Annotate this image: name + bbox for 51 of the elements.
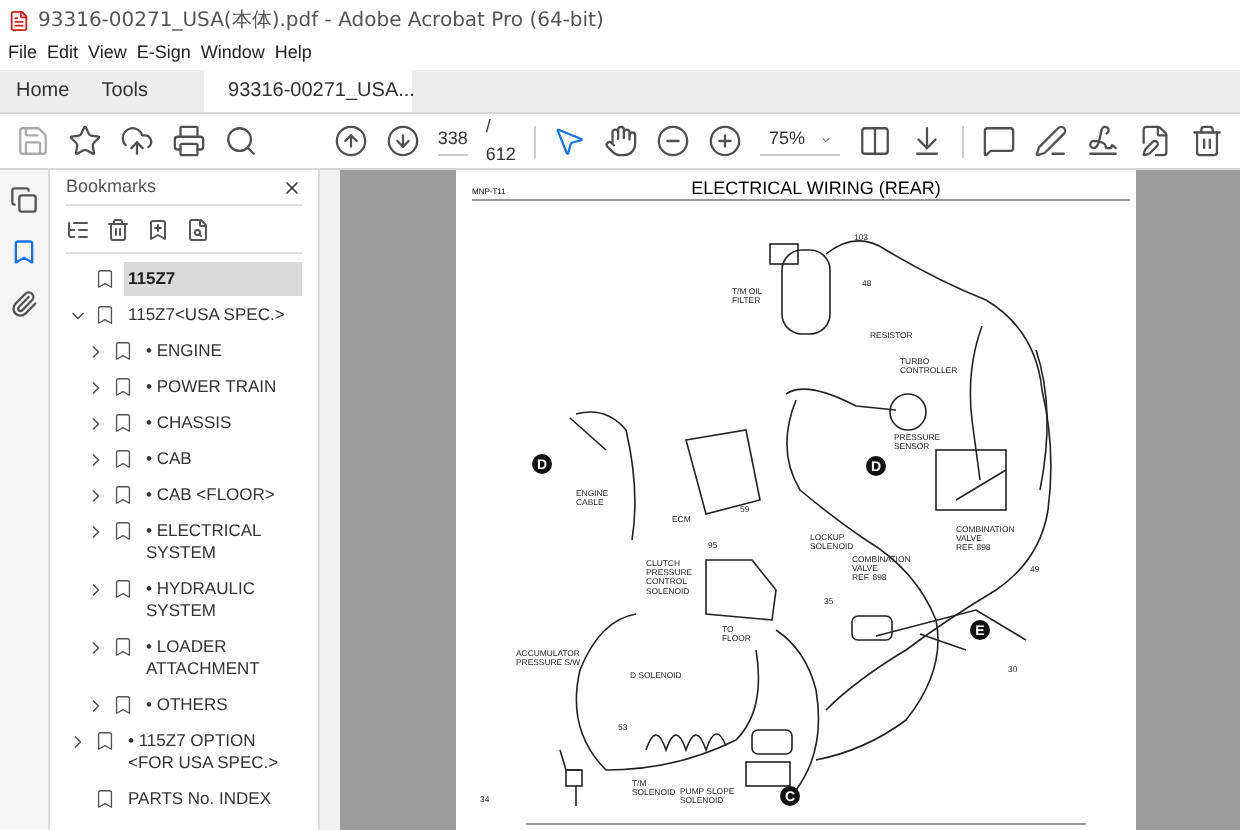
options-icon[interactable]: [66, 217, 90, 241]
bookmark-icon: [112, 376, 134, 398]
menu-item[interactable]: E-Sign: [136, 39, 191, 67]
menu-item[interactable]: Edit: [47, 39, 79, 67]
bookmark-item[interactable]: • LOADER ATTACHMENT: [142, 630, 302, 686]
trash-icon[interactable]: [106, 217, 130, 241]
bookmark-item[interactable]: • ELECTRICAL SYSTEM: [142, 514, 302, 570]
bookmark-icon: [112, 694, 134, 716]
bookmark-item[interactable]: • OTHERS: [142, 688, 302, 722]
bookmark-icon: [94, 730, 116, 752]
tab[interactable]: Tools: [85, 68, 165, 112]
bookmark-icon: [94, 304, 116, 326]
tab[interactable]: 93316-00271_USA...: [204, 68, 413, 112]
bookmark-icon: [94, 268, 116, 290]
close-icon[interactable]: [282, 177, 302, 197]
bookmark-item[interactable]: 115Z7<USA SPEC.>: [124, 298, 302, 332]
page-number-field[interactable]: 338: [437, 126, 468, 156]
bookmark-item[interactable]: • ENGINE: [142, 334, 302, 368]
menu-item[interactable]: Help: [274, 39, 312, 67]
bookmark-item[interactable]: • CAB <FLOOR>: [142, 478, 302, 512]
pages-icon[interactable]: [10, 186, 38, 214]
find-bookmark-icon[interactable]: [186, 217, 210, 241]
bookmark-icon: [112, 636, 134, 658]
zoom-dropdown[interactable]: 75%: [760, 126, 841, 156]
bookmark-item[interactable]: • POWER TRAIN: [142, 370, 302, 404]
page-count: / 612: [485, 114, 516, 167]
page-title: ELECTRICAL WIRING (REAR): [691, 178, 941, 198]
bookmark-icon: [94, 788, 116, 810]
window-title: 93316-00271_USA(本体).pdf - Adobe Acrobat Pro (64-bit): [38, 7, 604, 35]
menu-item[interactable]: Window: [200, 39, 265, 67]
bookmark-item[interactable]: • CAB: [142, 442, 302, 476]
bookmark-item[interactable]: 115Z7: [124, 262, 302, 296]
bookmark-item[interactable]: PARTS No. INDEX: [124, 782, 302, 816]
panel-title: Bookmarks: [66, 173, 157, 200]
bookmark-icon[interactable]: [10, 238, 38, 266]
paperclip-icon[interactable]: [10, 290, 38, 318]
menu-item[interactable]: View: [88, 39, 127, 67]
bookmark-icon: [112, 448, 134, 470]
pdf-file-icon: [8, 9, 30, 31]
bookmark-icon: [112, 340, 134, 362]
bookmark-item[interactable]: • 115Z7 OPTION <FOR USA SPEC.>: [124, 724, 302, 780]
bookmark-icon: [112, 520, 134, 542]
tab[interactable]: Home: [0, 68, 86, 112]
menu-item[interactable]: File: [8, 39, 38, 67]
bookmark-item[interactable]: • HYDRAULIC SYSTEM: [142, 572, 302, 628]
add-bookmark-icon[interactable]: [146, 217, 170, 241]
caret-icon: [820, 132, 833, 148]
bookmark-icon: [112, 412, 134, 434]
bookmark-item[interactable]: • CHASSIS: [142, 406, 302, 440]
bookmark-icon: [112, 578, 134, 600]
bookmark-icon: [112, 484, 134, 506]
